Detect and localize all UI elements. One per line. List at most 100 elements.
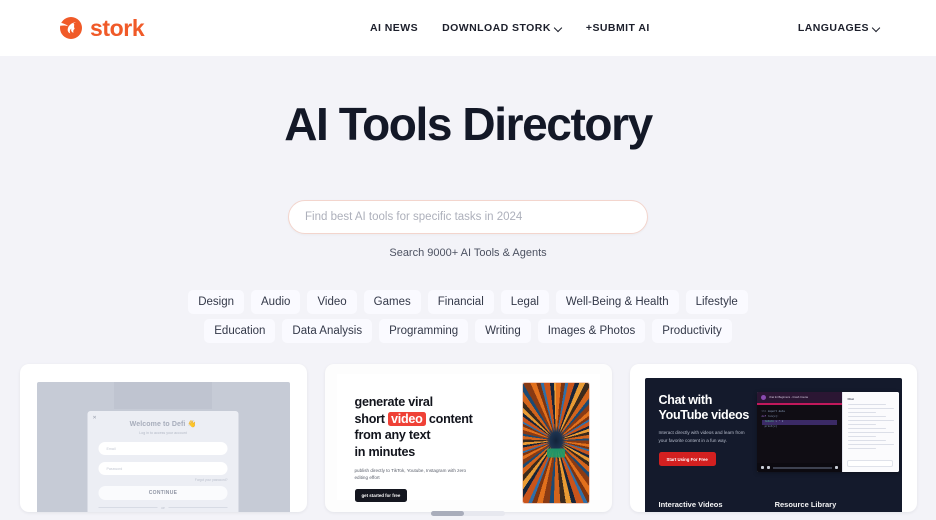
search-subtitle: Search 9000+ AI Tools & Agents xyxy=(389,246,547,259)
carousel-scrollbar[interactable] xyxy=(431,511,505,516)
chevron-down-icon xyxy=(873,24,880,31)
hero-section: AI Tools Directory Search 9000+ AI Tools… xyxy=(0,56,936,344)
nav-item-label: AI NEWS xyxy=(370,22,419,34)
heading-line-1: generate viral xyxy=(354,395,434,410)
tool-card-chat-youtube[interactable]: Chat with YouTube videos Interact direct… xyxy=(629,364,917,513)
nav-item-label: +SUBMIT AI xyxy=(585,22,650,34)
heading-line-2: short video content xyxy=(355,411,522,427)
viral-video-screenshot: generate viral short video content from … xyxy=(336,374,600,505)
defi-forgot-link[interactable]: Forgot your password? xyxy=(99,478,228,482)
wave-emoji-icon: 👋 xyxy=(187,421,197,429)
heading-line-2-post: content xyxy=(425,411,473,426)
category-tag-lifestyle[interactable]: Lifestyle xyxy=(685,289,748,315)
search-bar xyxy=(0,199,936,234)
site-header: stork AI NEWS DOWNLOAD STORK +SUBMIT AI … xyxy=(0,0,936,56)
nav-item-download-stork[interactable]: DOWNLOAD STORK xyxy=(442,22,562,34)
viral-video-paragraph: publish directly to TikTok, Youtube, Ins… xyxy=(354,468,467,481)
chat-panel: Chat xyxy=(841,392,899,473)
category-tag-writing[interactable]: Writing xyxy=(475,319,531,344)
defi-continue-button[interactable]: CONTINUE xyxy=(98,486,228,501)
category-tag-programming[interactable]: Programming xyxy=(379,319,469,344)
category-tag-wellbeing[interactable]: Well-Being & Health xyxy=(555,289,679,315)
category-tag-education[interactable]: Education xyxy=(204,319,276,344)
pause-icon[interactable] xyxy=(766,466,770,470)
video-title: Chat for Beginners - Crash Course xyxy=(768,396,809,400)
fullscreen-icon[interactable] xyxy=(834,466,838,470)
category-tag-video[interactable]: Video xyxy=(307,289,357,315)
divider-label: or xyxy=(161,505,165,511)
category-tag-data-analysis[interactable]: Data Analysis xyxy=(282,319,373,344)
tool-card-viral-video[interactable]: generate viral short video content from … xyxy=(324,364,612,513)
category-tag-images-photos[interactable]: Images & Photos xyxy=(537,319,646,344)
chat-youtube-heading: Chat with YouTube videos xyxy=(658,393,750,422)
heading-line-2-pre: short xyxy=(354,411,388,426)
chat-youtube-app-preview: Chat for Beginners - Crash Course >>> im… xyxy=(756,392,899,473)
chat-text-line xyxy=(847,447,877,450)
chat-text-line xyxy=(847,443,894,446)
chat-text-line xyxy=(847,419,894,422)
chat-panel-title: Chat xyxy=(847,397,854,402)
chat-text-line xyxy=(847,415,887,418)
category-tag-legal[interactable]: Legal xyxy=(500,289,549,315)
chat-text-line xyxy=(847,427,887,430)
chat-text-line xyxy=(847,403,887,406)
close-icon[interactable]: ✕ xyxy=(93,415,97,421)
category-tag-games[interactable]: Games xyxy=(363,289,421,315)
chat-message-input[interactable] xyxy=(846,460,893,468)
divider-line-left xyxy=(98,507,158,509)
defi-divider: or xyxy=(98,505,228,511)
nav-item-submit-ai[interactable]: +SUBMIT AI xyxy=(586,22,650,34)
defi-password-field[interactable]: Password xyxy=(98,462,228,476)
video-seek-bar[interactable] xyxy=(772,467,832,469)
defi-login-modal: ✕ Welcome to Defi 👋 Log in to access you… xyxy=(87,411,239,513)
defi-password-placeholder: Password xyxy=(106,466,123,471)
app-logo-icon xyxy=(760,395,766,401)
defi-email-field[interactable]: Email xyxy=(98,442,228,456)
footer-item-interactive-videos: Interactive Videos xyxy=(658,500,723,510)
heading-highlight-video: video xyxy=(387,411,426,426)
languages-menu[interactable]: LANGUAGES xyxy=(798,22,880,34)
chat-text-line xyxy=(847,407,894,410)
heading-line-3: from any text xyxy=(354,428,431,443)
footer-item-resource-library: Resource Library xyxy=(774,500,837,510)
video-player-titlebar: Chat for Beginners - Crash Course xyxy=(756,392,842,404)
tool-card-carousel: ✕ Welcome to Defi 👋 Log in to access you… xyxy=(0,364,936,513)
chat-text-line xyxy=(847,435,877,438)
defi-modal-subtitle: Log in to access your account xyxy=(139,431,187,436)
defi-topbar xyxy=(114,382,212,410)
chat-text-line xyxy=(847,423,877,426)
tool-card-defi[interactable]: ✕ Welcome to Defi 👋 Log in to access you… xyxy=(19,364,307,513)
nav-item-ai-news[interactable]: AI NEWS xyxy=(370,22,418,34)
page-title: AI Tools Directory xyxy=(284,98,653,150)
defi-email-placeholder: Email xyxy=(106,446,116,451)
chat-youtube-screenshot: Chat with YouTube videos Interact direct… xyxy=(644,378,902,513)
viral-video-copy: generate viral short video content from … xyxy=(337,374,522,502)
viral-video-cta-button[interactable]: get started for free xyxy=(354,488,408,502)
chat-youtube-copy: Chat with YouTube videos Interact direct… xyxy=(658,393,751,467)
chat-youtube-footer: Interactive Videos Resource Library xyxy=(659,500,888,509)
viral-video-heading: generate viral short video content from … xyxy=(355,394,522,460)
chat-text-line xyxy=(847,411,877,414)
category-tag-design[interactable]: Design xyxy=(188,289,245,315)
video-code-content: >>> import data def run(x): return x * 2… xyxy=(757,405,842,430)
nav-item-languages[interactable]: LANGUAGES xyxy=(798,22,880,34)
stork-logo[interactable]: stork xyxy=(56,14,145,42)
chevron-down-icon xyxy=(555,24,562,31)
video-player-pane: Chat for Beginners - Crash Course >>> im… xyxy=(756,392,842,473)
stork-bird-icon xyxy=(56,14,84,42)
play-icon[interactable] xyxy=(760,466,764,470)
search-input[interactable] xyxy=(288,199,648,234)
category-tag-list: Design Audio Video Games Financial Legal… xyxy=(0,289,936,344)
category-tag-financial[interactable]: Financial xyxy=(427,289,494,315)
chat-youtube-cta-button[interactable]: Start Using For Free xyxy=(658,452,716,467)
main-navigation: AI NEWS DOWNLOAD STORK +SUBMIT AI xyxy=(370,22,650,34)
nav-item-label: LANGUAGES xyxy=(797,22,869,34)
category-tag-productivity[interactable]: Productivity xyxy=(652,319,732,344)
divider-line-right xyxy=(168,507,228,509)
defi-title-text: Welcome to Defi xyxy=(129,421,186,429)
video-controls[interactable] xyxy=(756,463,842,473)
defi-modal-title: Welcome to Defi 👋 xyxy=(99,420,228,428)
chat-text-line xyxy=(847,439,887,442)
category-tag-audio[interactable]: Audio xyxy=(251,289,301,315)
defi-screenshot: ✕ Welcome to Defi 👋 Log in to access you… xyxy=(36,382,290,513)
